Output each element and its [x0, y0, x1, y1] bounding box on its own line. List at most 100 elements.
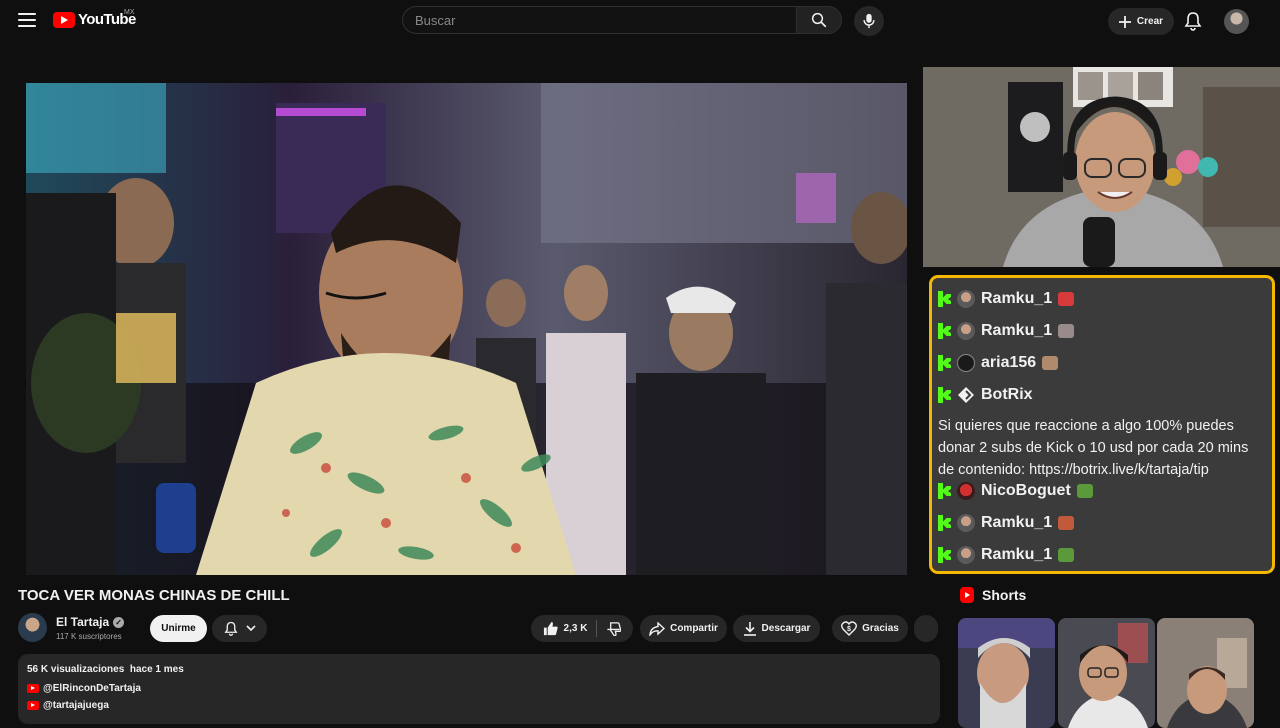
- shorts-heading: Shorts: [982, 587, 1027, 603]
- notifications-bell-icon[interactable]: [1184, 11, 1202, 31]
- description-link[interactable]: @tartajajuega: [27, 700, 109, 711]
- upload-date: hace 1 mes: [129, 664, 184, 675]
- chevron-down-icon: [245, 625, 256, 632]
- view-count: 56 K visualizaciones: [27, 664, 125, 675]
- chat-username: BotRix: [981, 386, 1033, 403]
- share-icon: [649, 621, 666, 636]
- chat-message: Ramku_1: [938, 546, 1075, 564]
- channel-avatar[interactable]: [18, 613, 47, 642]
- masthead: YouTube MX Crear: [0, 0, 1280, 42]
- chat-message: Ramku_1: [938, 322, 1075, 340]
- chat-message: BotRix: [938, 386, 1033, 404]
- user-avatar: [957, 514, 975, 532]
- more-actions-button[interactable]: [914, 615, 938, 642]
- bell-icon: [223, 621, 238, 636]
- chat-username: Ramku_1: [981, 514, 1053, 531]
- search-input[interactable]: [403, 7, 787, 33]
- youtube-icon: [27, 684, 39, 693]
- svg-text:$: $: [847, 626, 851, 633]
- emote-icon: [1076, 484, 1093, 498]
- chat-username: Ramku_1: [981, 322, 1053, 339]
- chat-message: NicoBoguet: [938, 482, 1093, 500]
- microphone-icon: [863, 13, 875, 29]
- create-button[interactable]: Crear: [1108, 8, 1174, 35]
- share-label: Compartir: [670, 623, 718, 634]
- emote-icon: [1058, 548, 1075, 562]
- channel-link-text[interactable]: @ElRinconDeTartaja: [43, 683, 141, 694]
- like-dislike-group: 2,3 K: [531, 615, 633, 642]
- subscription-bell-button[interactable]: [212, 615, 267, 642]
- shorts-icon: [960, 587, 974, 603]
- video-frame: [26, 83, 907, 575]
- chat-message-text: Si quieres que reaccione a algo 100% pue…: [938, 418, 1249, 478]
- shorts-header: Shorts: [960, 587, 1026, 603]
- download-button[interactable]: Descargar: [733, 615, 820, 642]
- user-avatar: [957, 546, 975, 564]
- plus-icon: [1118, 15, 1131, 28]
- chat-username: NicoBoguet: [981, 482, 1071, 499]
- kick-logo-icon: [938, 483, 951, 499]
- like-count: 2,3 K: [563, 623, 588, 634]
- create-label: Crear: [1136, 16, 1164, 27]
- youtube-icon: [27, 701, 39, 710]
- description-meta: 56 K visualizaciones hace 1 mes: [27, 664, 184, 675]
- short-thumbnail-image: [1058, 618, 1155, 728]
- kick-logo-icon: [938, 291, 951, 307]
- chat-username: aria156: [981, 354, 1037, 371]
- channel-name[interactable]: El Tartaja: [56, 615, 109, 629]
- emote-icon: [1058, 324, 1075, 338]
- kick-logo-icon: [938, 355, 951, 371]
- user-avatar: [957, 354, 975, 372]
- share-button[interactable]: Compartir: [640, 615, 727, 642]
- short-thumbnail-image: [958, 618, 1055, 728]
- emote-icon: [1042, 356, 1059, 370]
- chat-username: Ramku_1: [981, 546, 1053, 563]
- user-avatar: [957, 322, 975, 340]
- account-avatar[interactable]: [1224, 9, 1249, 34]
- emote-icon: [1058, 292, 1075, 306]
- youtube-play-icon: [53, 11, 75, 28]
- description-link[interactable]: @ElRinconDeTartaja: [27, 683, 141, 694]
- user-avatar: [957, 290, 975, 308]
- short-thumbnail[interactable]: [958, 618, 1055, 728]
- search-icon: [811, 12, 827, 28]
- channel-name-row[interactable]: El Tartaja ✓: [56, 615, 125, 629]
- search-button[interactable]: [796, 6, 842, 34]
- emote-icon: [1058, 516, 1075, 530]
- kick-logo-icon: [938, 515, 951, 531]
- kick-logo-icon: [938, 323, 951, 339]
- video-title: TOCA VER MONAS CHINAS DE CHILL: [18, 587, 290, 604]
- chat-message: aria156: [938, 354, 1059, 372]
- country-code: MX: [124, 9, 135, 16]
- channel-link-text[interactable]: @tartajajuega: [43, 700, 109, 711]
- video-player[interactable]: [26, 83, 907, 575]
- chat-username: Ramku_1: [981, 290, 1053, 307]
- thanks-heart-icon: $: [841, 621, 858, 636]
- subscriber-count: 117 K suscriptores: [56, 632, 122, 641]
- streamer-webcam-overlay: [923, 67, 1280, 267]
- verified-icon: ✓: [113, 616, 125, 628]
- kick-logo-icon: [938, 387, 951, 403]
- botrix-icon: [958, 387, 974, 403]
- chat-message: Ramku_1: [938, 514, 1075, 532]
- kick-chat-overlay: Ramku_1 Ramku_1 aria156 BotRix Si quiere…: [929, 275, 1275, 574]
- dislike-button[interactable]: [597, 621, 630, 636]
- thanks-button[interactable]: $ Gracias: [832, 615, 908, 642]
- voice-search-button[interactable]: [854, 6, 884, 36]
- webcam-frame: [923, 67, 1280, 267]
- thanks-label: Gracias: [862, 623, 899, 634]
- short-thumbnail[interactable]: [1058, 618, 1155, 728]
- chat-message: Ramku_1: [938, 290, 1075, 308]
- short-thumbnail-image: [1157, 618, 1254, 728]
- download-icon: [743, 622, 756, 636]
- like-button[interactable]: 2,3 K: [534, 621, 597, 636]
- menu-icon[interactable]: [18, 13, 36, 27]
- download-label: Descargar: [761, 623, 811, 634]
- kick-logo-icon: [938, 547, 951, 563]
- thumbs-down-icon: [607, 622, 622, 636]
- short-thumbnail[interactable]: [1157, 618, 1254, 728]
- search-box: [402, 6, 796, 34]
- thumbs-up-icon: [543, 621, 558, 636]
- user-avatar: [957, 482, 975, 500]
- join-button[interactable]: Unirme: [150, 615, 207, 642]
